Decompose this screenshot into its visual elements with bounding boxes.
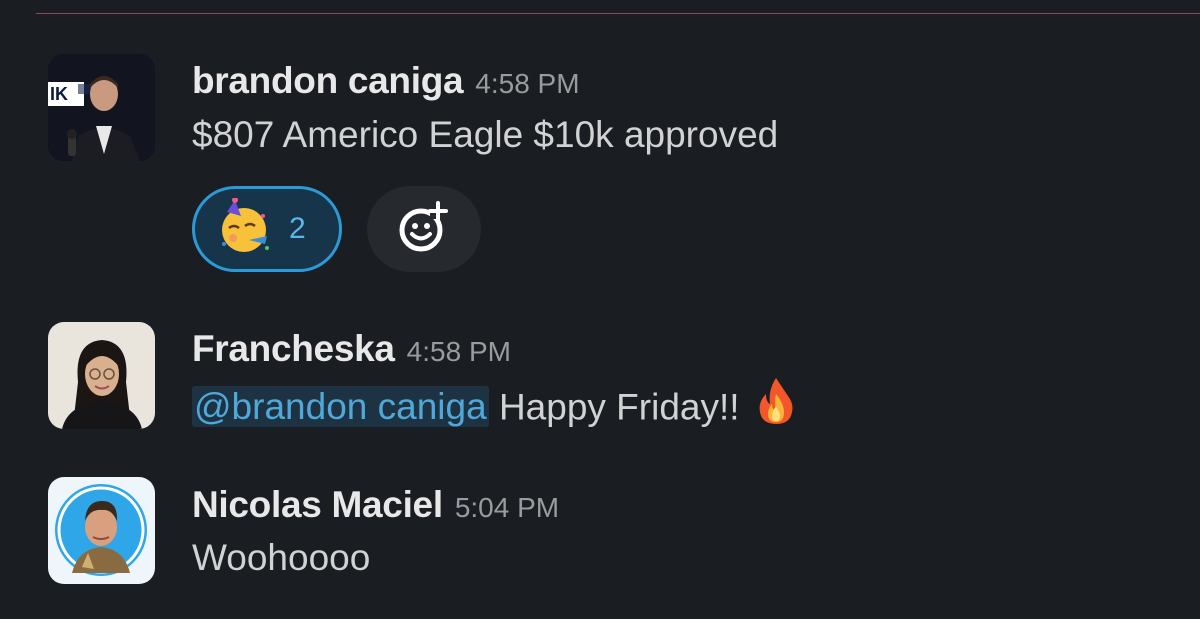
timestamp[interactable]: 4:58 PM bbox=[407, 336, 511, 367]
reaction-count: 2 bbox=[289, 212, 306, 245]
avatar-brandon-caniga[interactable]: IK bbox=[48, 54, 155, 161]
timestamp[interactable]: 4:58 PM bbox=[475, 68, 579, 99]
author-name[interactable]: Francheska bbox=[192, 328, 395, 369]
add-reaction-button[interactable] bbox=[367, 186, 481, 272]
message-header: Francheska 4:58 PM bbox=[192, 328, 511, 370]
message-header: brandon caniga 4:58 PM bbox=[192, 60, 580, 102]
user-mention[interactable]: @brandon caniga bbox=[192, 386, 489, 428]
fire-icon bbox=[754, 376, 798, 435]
timestamp[interactable]: 5:04 PM bbox=[455, 492, 559, 523]
add-reaction-icon bbox=[396, 199, 452, 260]
message-text: Woohoooo bbox=[192, 537, 371, 578]
message-text: Happy Friday!! bbox=[488, 386, 740, 428]
avatar-francheska[interactable] bbox=[48, 322, 155, 429]
author-name[interactable]: brandon caniga bbox=[192, 60, 464, 101]
message-header: Nicolas Maciel 5:04 PM bbox=[192, 484, 559, 526]
author-name[interactable]: Nicolas Maciel bbox=[192, 484, 443, 525]
new-messages-divider bbox=[36, 13, 1200, 14]
message-body: @brandon caniga Happy Friday!! bbox=[192, 378, 798, 435]
reaction-pill[interactable]: 2 bbox=[192, 186, 342, 272]
message-text: $807 Americo Eagle $10k approved bbox=[192, 114, 779, 155]
chat-view: IK brandon caniga 4:58 PM $807 Americo Ea… bbox=[0, 0, 1200, 619]
avatar-nicolas-maciel[interactable] bbox=[48, 477, 155, 584]
partying-face-icon bbox=[215, 196, 273, 261]
svg-text:IK: IK bbox=[50, 84, 68, 104]
